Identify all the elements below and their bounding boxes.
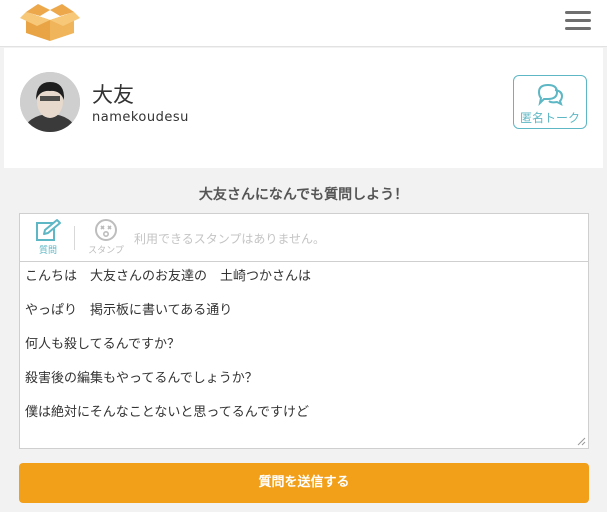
resize-grip-icon[interactable] (577, 437, 586, 446)
question-line: 僕は絶対にそんなことないと思ってるんですけど (25, 405, 310, 420)
submit-question-button[interactable]: 質問を送信する (19, 463, 589, 503)
chat-bubbles-icon (537, 83, 564, 106)
question-form: 質問 スタンプ 利用できるスタンプはありません。 こんちは 大友さんのお友達の … (19, 213, 589, 449)
question-line: 何人も殺してるんですか？ (25, 337, 180, 352)
no-stamps-message: 利用できるスタンプはありません。 (134, 232, 326, 246)
question-tool-label: 質問 (38, 246, 57, 256)
question-textarea[interactable]: こんちは 大友さんのお友達の 土崎つかさんは やっぱり 掲示板に書いてある通り … (20, 263, 588, 448)
question-tool-button[interactable]: 質問 (26, 218, 70, 260)
hamburger-menu-icon[interactable] (565, 11, 591, 33)
header-bar (0, 0, 607, 47)
toolbar-divider (74, 226, 75, 250)
stamp-tool-button[interactable]: スタンプ (84, 218, 128, 260)
question-line: やっぱり 掲示板に書いてある通り (25, 303, 233, 318)
question-line: こんちは 大友さんのお友達の 土崎つかさんは (25, 269, 312, 284)
avatar[interactable] (20, 72, 80, 132)
profile-card: 大友 namekoudesu 匿名トーク (4, 48, 603, 168)
form-toolbar: 質問 スタンプ 利用できるスタンプはありません。 (20, 214, 588, 262)
stamp-tool-label: スタンプ (88, 246, 124, 256)
question-prompt: 大友さんになんでも質問しよう！ (198, 187, 409, 203)
profile-name: 大友 (92, 83, 134, 107)
profile-username: namekoudesu (92, 110, 189, 125)
edit-icon (36, 219, 61, 241)
question-line: 殺害後の編集もやってるんでしょうか？ (25, 371, 258, 386)
anonymous-talk-label: 匿名トーク (519, 111, 580, 125)
face-icon (95, 219, 117, 241)
anonymous-talk-button[interactable]: 匿名トーク (513, 75, 587, 129)
open-box-logo-icon[interactable] (20, 0, 80, 42)
